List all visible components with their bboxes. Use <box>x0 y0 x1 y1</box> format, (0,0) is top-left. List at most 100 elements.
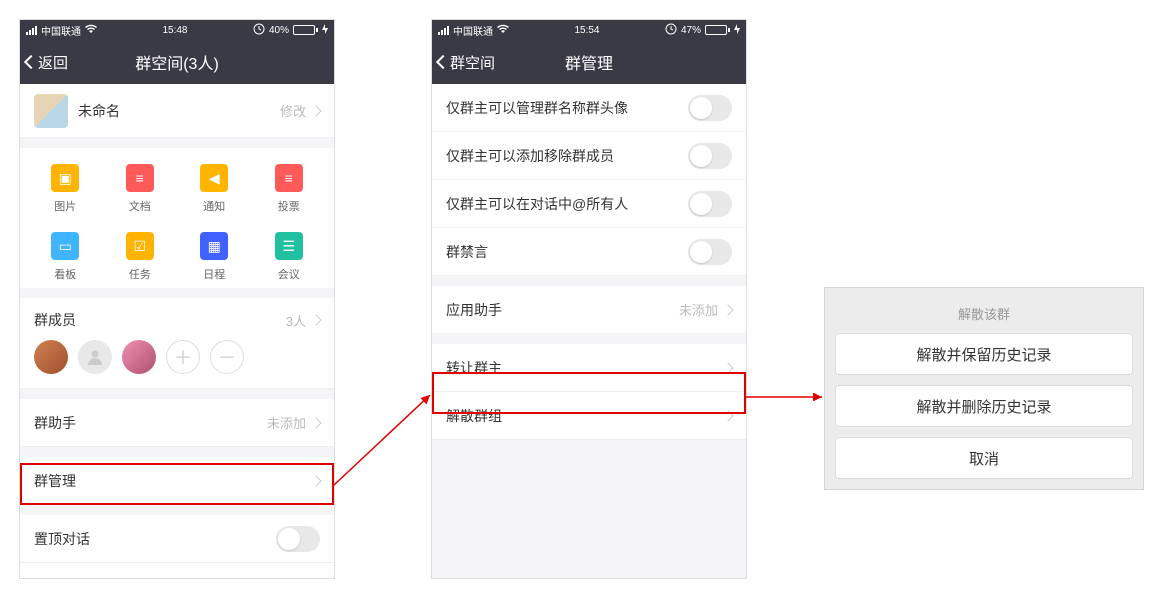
row-label: 应用助手 <box>446 300 679 320</box>
button-label: 解散并保留历史记录 <box>916 344 1051 365</box>
tool-notice[interactable]: ◀ 通知 <box>177 164 252 214</box>
chevron-left-icon <box>24 55 38 69</box>
back-button[interactable]: 群空间 <box>432 52 495 73</box>
row-label: 转让群主 <box>446 358 718 378</box>
section-divider <box>20 288 334 298</box>
carrier-label: 中国联通 <box>41 23 81 38</box>
charging-icon <box>734 24 740 37</box>
wifi-icon <box>85 24 97 37</box>
calendar-icon: ▦ <box>200 232 228 260</box>
tools-grid: ▣ 图片 ≡ 文档 ◀ 通知 ≡ 投票 ▭ 看板 ☑ 任务 ▦ 日程 ☰ 会议 <box>20 148 334 288</box>
row-value: 未添加 <box>679 300 718 319</box>
nav-bar: 群空间 群管理 <box>432 40 746 84</box>
row-value: 未添加 <box>267 413 306 432</box>
dissolve-group-row[interactable]: 解散群组 <box>432 392 746 440</box>
tool-label: 通知 <box>203 198 225 214</box>
owner-only-name-avatar-row[interactable]: 仅群主可以管理群名称群头像 <box>432 84 746 132</box>
row-label: 群助手 <box>34 413 267 433</box>
section-divider <box>20 505 334 515</box>
tool-meeting[interactable]: ☰ 会议 <box>252 232 327 282</box>
dissolve-popup: 解散该群 解散并保留历史记录 解散并删除历史记录 取消 <box>824 287 1144 490</box>
members-section: 群成员 3人 ＋ － <box>20 298 334 389</box>
app-helper-row[interactable]: 应用助手 未添加 <box>432 286 746 334</box>
member-avatar[interactable] <box>34 340 68 374</box>
signal-icon <box>26 26 37 35</box>
megaphone-icon: ◀ <box>200 164 228 192</box>
button-label: 取消 <box>969 448 999 469</box>
group-assistant-row[interactable]: 群助手 未添加 <box>20 399 334 447</box>
add-member-button[interactable]: ＋ <box>166 340 200 374</box>
tool-board[interactable]: ▭ 看板 <box>28 232 103 282</box>
row-label: 仅群主可以管理群名称群头像 <box>446 98 688 118</box>
group-manage-row[interactable]: 群管理 <box>20 457 334 505</box>
clock-label: 15:54 <box>574 25 599 36</box>
battery-icon <box>293 25 318 35</box>
section-divider <box>432 334 746 344</box>
chevron-right-icon <box>722 304 733 315</box>
group-name-row[interactable]: 未命名 修改 <box>20 84 334 138</box>
row-label: 群禁言 <box>446 242 688 262</box>
section-divider <box>20 447 334 457</box>
dissolve-delete-history-button[interactable]: 解散并删除历史记录 <box>835 385 1133 427</box>
row-label: 解散群组 <box>446 406 718 426</box>
charging-icon <box>322 24 328 37</box>
pin-toggle[interactable] <box>276 526 320 552</box>
phone-screen-group-space: 中国联通 15:48 40% 返回 群空间(3人) 未命名 <box>19 19 335 579</box>
tool-label: 投票 <box>278 198 300 214</box>
tool-vote[interactable]: ≡ 投票 <box>252 164 327 214</box>
members-count: 3人 <box>286 311 306 330</box>
signal-icon <box>438 26 449 35</box>
member-avatar[interactable] <box>78 340 112 374</box>
members-header[interactable]: 群成员 3人 <box>34 310 320 330</box>
dissolve-keep-history-button[interactable]: 解散并保留历史记录 <box>835 333 1133 375</box>
tool-calendar[interactable]: ▦ 日程 <box>177 232 252 282</box>
owner-only-members-row[interactable]: 仅群主可以添加移除群成员 <box>432 132 746 180</box>
members-label: 群成员 <box>34 310 76 330</box>
status-bar: 中国联通 15:54 47% <box>432 20 746 40</box>
tool-label: 会议 <box>278 266 300 282</box>
tool-label: 任务 <box>129 266 151 282</box>
tool-label: 文档 <box>129 198 151 214</box>
section-divider <box>20 138 334 148</box>
carrier-label: 中国联通 <box>453 23 493 38</box>
section-divider <box>20 389 334 399</box>
rotation-lock-icon <box>665 23 677 38</box>
edit-label: 修改 <box>280 101 306 120</box>
back-button[interactable]: 返回 <box>20 52 68 73</box>
remove-member-button[interactable]: － <box>210 340 244 374</box>
image-icon: ▣ <box>51 164 79 192</box>
empty-area <box>432 440 746 579</box>
battery-pct-label: 47% <box>681 25 701 36</box>
row-label: 置顶对话 <box>34 529 276 549</box>
toggle-switch[interactable] <box>688 95 732 121</box>
tool-task[interactable]: ☑ 任务 <box>103 232 178 282</box>
meeting-icon: ☰ <box>275 232 303 260</box>
clock-label: 15:48 <box>162 25 187 36</box>
member-avatar[interactable] <box>122 340 156 374</box>
owner-only-at-all-row[interactable]: 仅群主可以在对话中@所有人 <box>432 180 746 228</box>
transfer-owner-row[interactable]: 转让群主 <box>432 344 746 392</box>
toggle-switch[interactable] <box>688 143 732 169</box>
battery-icon <box>705 25 730 35</box>
pin-conversation-row[interactable]: 置顶对话 <box>20 515 334 563</box>
chevron-right-icon <box>310 105 321 116</box>
row-label: 仅群主可以添加移除群成员 <box>446 146 688 166</box>
flow-arrow <box>334 395 434 495</box>
nav-bar: 返回 群空间(3人) <box>20 40 334 84</box>
tool-document[interactable]: ≡ 文档 <box>103 164 178 214</box>
truncated-row: 消息免打扰 <box>20 563 334 575</box>
tool-image[interactable]: ▣ 图片 <box>28 164 103 214</box>
row-label: 群管理 <box>34 471 306 491</box>
cancel-button[interactable]: 取消 <box>835 437 1133 479</box>
toggle-switch[interactable] <box>688 191 732 217</box>
phone-screen-group-manage: 中国联通 15:54 47% 群空间 群管理 仅群主可以管理群名称群头像 <box>431 19 747 579</box>
back-label: 群空间 <box>450 52 495 73</box>
status-bar: 中国联通 15:48 40% <box>20 20 334 40</box>
document-icon: ≡ <box>126 164 154 192</box>
wifi-icon <box>497 24 509 37</box>
toggle-switch[interactable] <box>688 239 732 265</box>
chevron-right-icon <box>310 314 321 325</box>
tool-label: 图片 <box>54 198 76 214</box>
task-icon: ☑ <box>126 232 154 260</box>
mute-group-row[interactable]: 群禁言 <box>432 228 746 276</box>
